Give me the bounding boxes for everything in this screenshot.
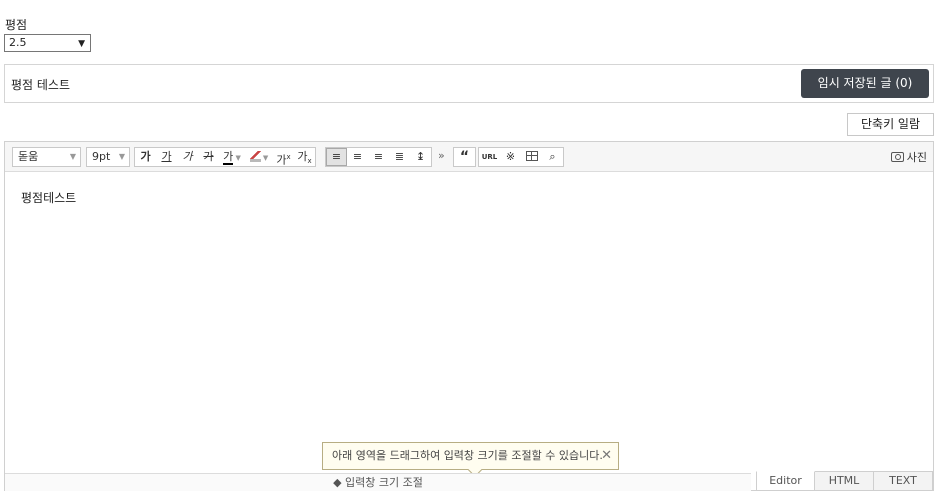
text-color-button[interactable]: 가 ▼ [219, 148, 245, 166]
font-family-value: 돋움 [18, 150, 39, 163]
chevron-down-icon: ▼ [69, 152, 76, 161]
align-left-icon[interactable]: ≡ [326, 148, 347, 166]
chevron-down-icon: ▼ [260, 154, 269, 162]
subscript-marker-icon: x [307, 157, 312, 166]
rating-select[interactable]: 2.5 ▼ [4, 34, 91, 52]
bold-button[interactable]: 가 [135, 148, 156, 166]
subscript-label: 가 [297, 150, 308, 163]
subscript-button[interactable]: 가x [294, 148, 315, 166]
mode-tabs: Editor HTML TEXT [756, 471, 933, 491]
highlighter-icon [249, 151, 261, 162]
post-title[interactable]: 평점 테스트 [11, 76, 70, 93]
strikethrough-button[interactable]: 가 [198, 148, 219, 166]
tab-text[interactable]: TEXT [874, 471, 933, 491]
quote-icon[interactable]: “ [454, 148, 475, 166]
font-family-select[interactable]: 돋움 ▼ [12, 147, 81, 167]
underline-button[interactable]: 가 [156, 148, 177, 166]
table-glyph-icon [525, 151, 538, 161]
highlight-color-button[interactable]: ▼ [245, 148, 273, 166]
line-height-icon[interactable]: ↨ [410, 148, 431, 166]
tab-html[interactable]: HTML [815, 471, 874, 491]
chevron-down-icon: ▼ [78, 39, 85, 49]
quote-group: “ [453, 147, 476, 167]
temp-saved-button[interactable]: 임시 저장된 글 (0) [801, 69, 929, 98]
tab-editor[interactable]: Editor [756, 471, 815, 491]
italic-button[interactable]: 가 [177, 148, 198, 166]
more-icon[interactable]: » [438, 149, 445, 162]
search-icon[interactable]: ⌕ [542, 148, 563, 166]
superscript-marker-icon: x [286, 153, 291, 161]
url-link-button[interactable]: URL [479, 148, 500, 166]
photo-button[interactable]: 사진 [890, 149, 927, 165]
photo-label: 사진 [906, 151, 927, 164]
table-icon[interactable] [521, 148, 542, 166]
rating-select-value: 2.5 [9, 36, 27, 49]
align-justify-icon[interactable]: ≣ [389, 148, 410, 166]
editor-toolbar: 돋움 ▼ 9pt ▼ 가 가 가 가 가 ▼ ▼ 가x 가x ≡ ≡ ≡ ≣ ↨… [5, 142, 933, 172]
text-color-label: 가 [223, 150, 234, 165]
title-bar: 평점 테스트 임시 저장된 글 (0) [4, 64, 934, 103]
close-icon[interactable]: ✕ [601, 443, 612, 469]
shortcut-list-button[interactable]: 단축키 일람 [847, 113, 934, 136]
editor-content[interactable]: 평점테스트 [21, 189, 76, 206]
special-char-button[interactable]: ※ [500, 148, 521, 166]
font-size-select[interactable]: 9pt ▼ [86, 147, 130, 167]
chevron-down-icon: ▼ [118, 152, 125, 161]
align-center-icon[interactable]: ≡ [347, 148, 368, 166]
align-right-icon[interactable]: ≡ [368, 148, 389, 166]
align-group: ≡ ≡ ≡ ≣ ↨ [325, 147, 432, 167]
text-style-group: 가 가 가 가 가 ▼ ▼ 가x 가x [134, 147, 316, 167]
editor-box: 돋움 ▼ 9pt ▼ 가 가 가 가 가 ▼ ▼ 가x 가x ≡ ≡ ≡ ≣ ↨… [4, 141, 934, 491]
resize-tooltip: 아래 영역을 드래그하여 입력창 크기를 조절할 수 있습니다. ✕ [322, 442, 619, 478]
superscript-button[interactable]: 가x [273, 148, 294, 167]
resize-handle[interactable]: ◆ 입력창 크기 조절 [5, 473, 751, 491]
superscript-label: 가 [276, 153, 287, 167]
resize-tooltip-text: 아래 영역을 드래그하여 입력창 크기를 조절할 수 있습니다. [332, 449, 603, 462]
rating-label: 평점 [5, 18, 28, 32]
insert-group: URL ※ ⌕ [478, 147, 564, 167]
camera-icon [890, 152, 904, 162]
font-size-value: 9pt [92, 150, 111, 163]
chevron-down-icon: ▼ [233, 154, 241, 162]
